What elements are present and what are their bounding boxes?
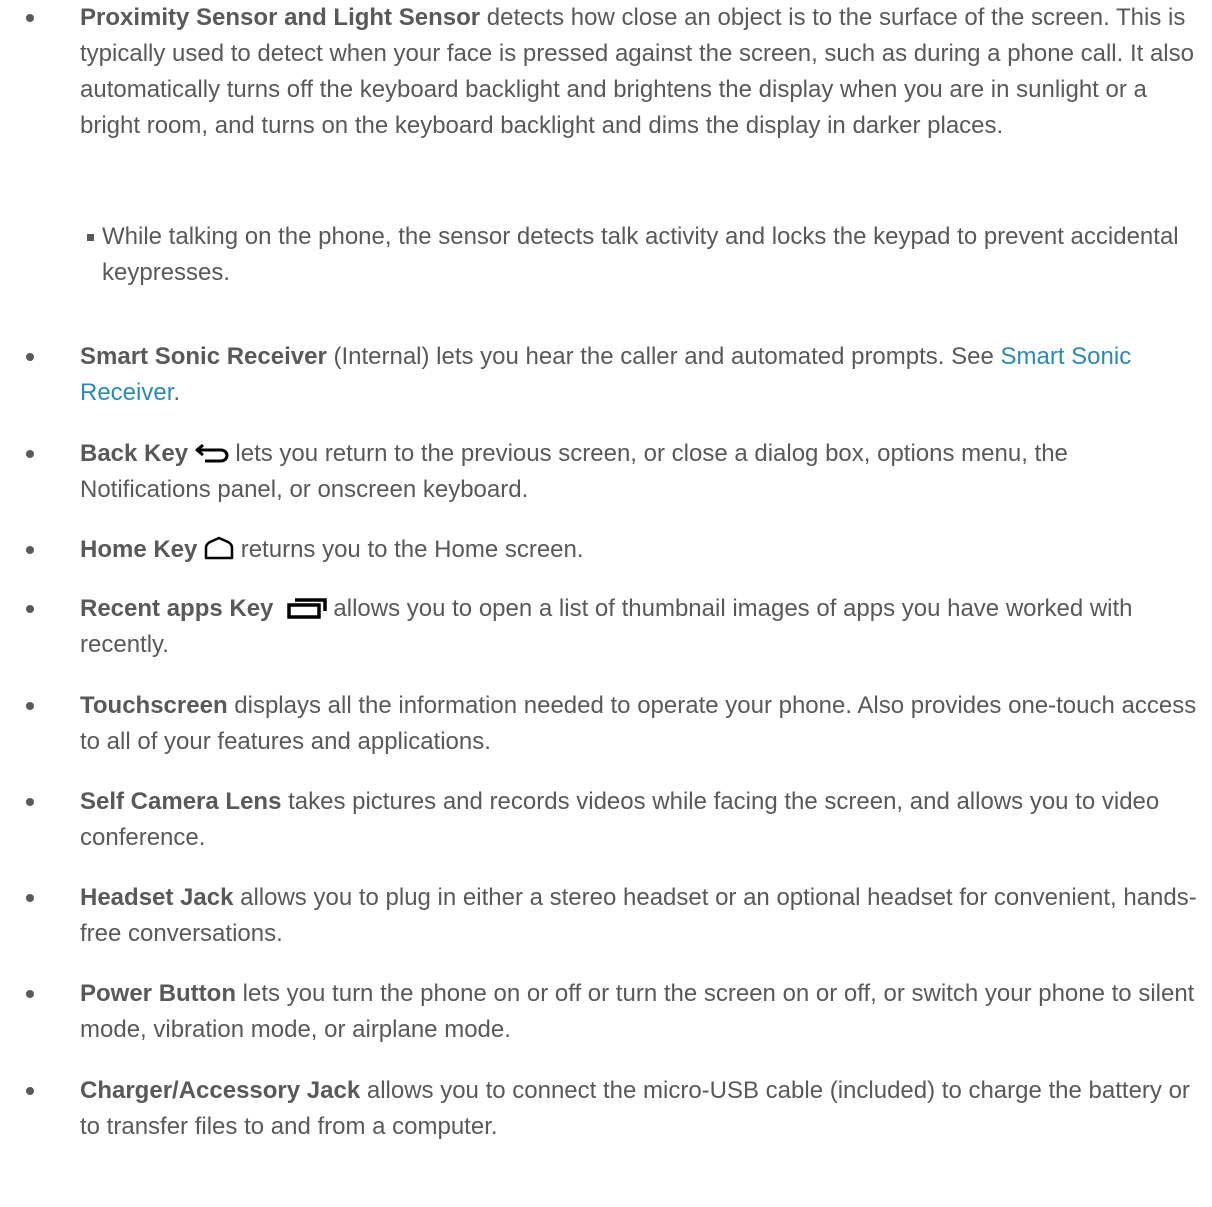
bullet bbox=[26, 1087, 34, 1095]
item-desc: displays all the information needed to o… bbox=[80, 692, 1197, 755]
item-term: Smart Sonic Receiver bbox=[80, 343, 327, 370]
item-term: Self Camera Lens bbox=[80, 788, 282, 815]
item-desc: allows you to plug in either a stereo he… bbox=[80, 884, 1197, 947]
item-desc: lets you turn the phone on or off or tur… bbox=[80, 980, 1195, 1043]
item-desc: (Internal) lets you hear the caller and … bbox=[326, 343, 1001, 370]
bullet bbox=[26, 353, 34, 361]
item-desc: returns you to the Home screen. bbox=[234, 536, 584, 563]
item-desc: lets you return to the previous screen, … bbox=[80, 440, 1068, 503]
bullet bbox=[26, 546, 34, 554]
home-icon bbox=[204, 536, 234, 560]
item-term: Touchscreen bbox=[80, 692, 228, 719]
item-text: Smart Sonic Receiver (Internal) lets you… bbox=[80, 339, 1202, 411]
back-arrow-icon bbox=[195, 443, 229, 463]
item-term: Home Key bbox=[80, 536, 198, 563]
item-desc-end: . bbox=[173, 379, 181, 406]
recent-apps-icon bbox=[287, 598, 327, 619]
sub-item-text: While talking on the phone, the sensor d… bbox=[102, 223, 1179, 286]
item-term: Recent apps Key bbox=[80, 595, 274, 622]
item-text: Proximity Sensor and Light Sensor detect… bbox=[80, 0, 1202, 144]
item-term: Back Key bbox=[80, 440, 189, 467]
bullet bbox=[26, 14, 34, 22]
item-text: Recent apps Key allows you to open a lis… bbox=[80, 591, 1202, 663]
item-term: Charger/Accessory Jack bbox=[80, 1077, 361, 1104]
bullet bbox=[26, 605, 34, 613]
item-text: Charger/Accessory Jack allows you to con… bbox=[80, 1073, 1202, 1145]
bullet bbox=[26, 702, 34, 710]
sub-bullet bbox=[87, 234, 94, 241]
item-term: Proximity Sensor and Light Sensor bbox=[80, 4, 481, 31]
item-term: Headset Jack bbox=[80, 884, 234, 911]
bullet bbox=[26, 450, 34, 458]
item-text: Headset Jack allows you to plug in eithe… bbox=[80, 880, 1202, 952]
item-text: Power Button lets you turn the phone on … bbox=[80, 976, 1202, 1048]
item-text: Touchscreen displays all the information… bbox=[80, 688, 1202, 760]
item-text: Back Key lets you return to the previous… bbox=[80, 436, 1202, 508]
bullet bbox=[26, 990, 34, 998]
bullet bbox=[26, 798, 34, 806]
item-text: Home Key returns you to the Home screen. bbox=[80, 532, 1202, 568]
item-text: Self Camera Lens takes pictures and reco… bbox=[80, 784, 1202, 856]
bullet bbox=[26, 894, 34, 902]
item-term: Power Button bbox=[80, 980, 236, 1007]
